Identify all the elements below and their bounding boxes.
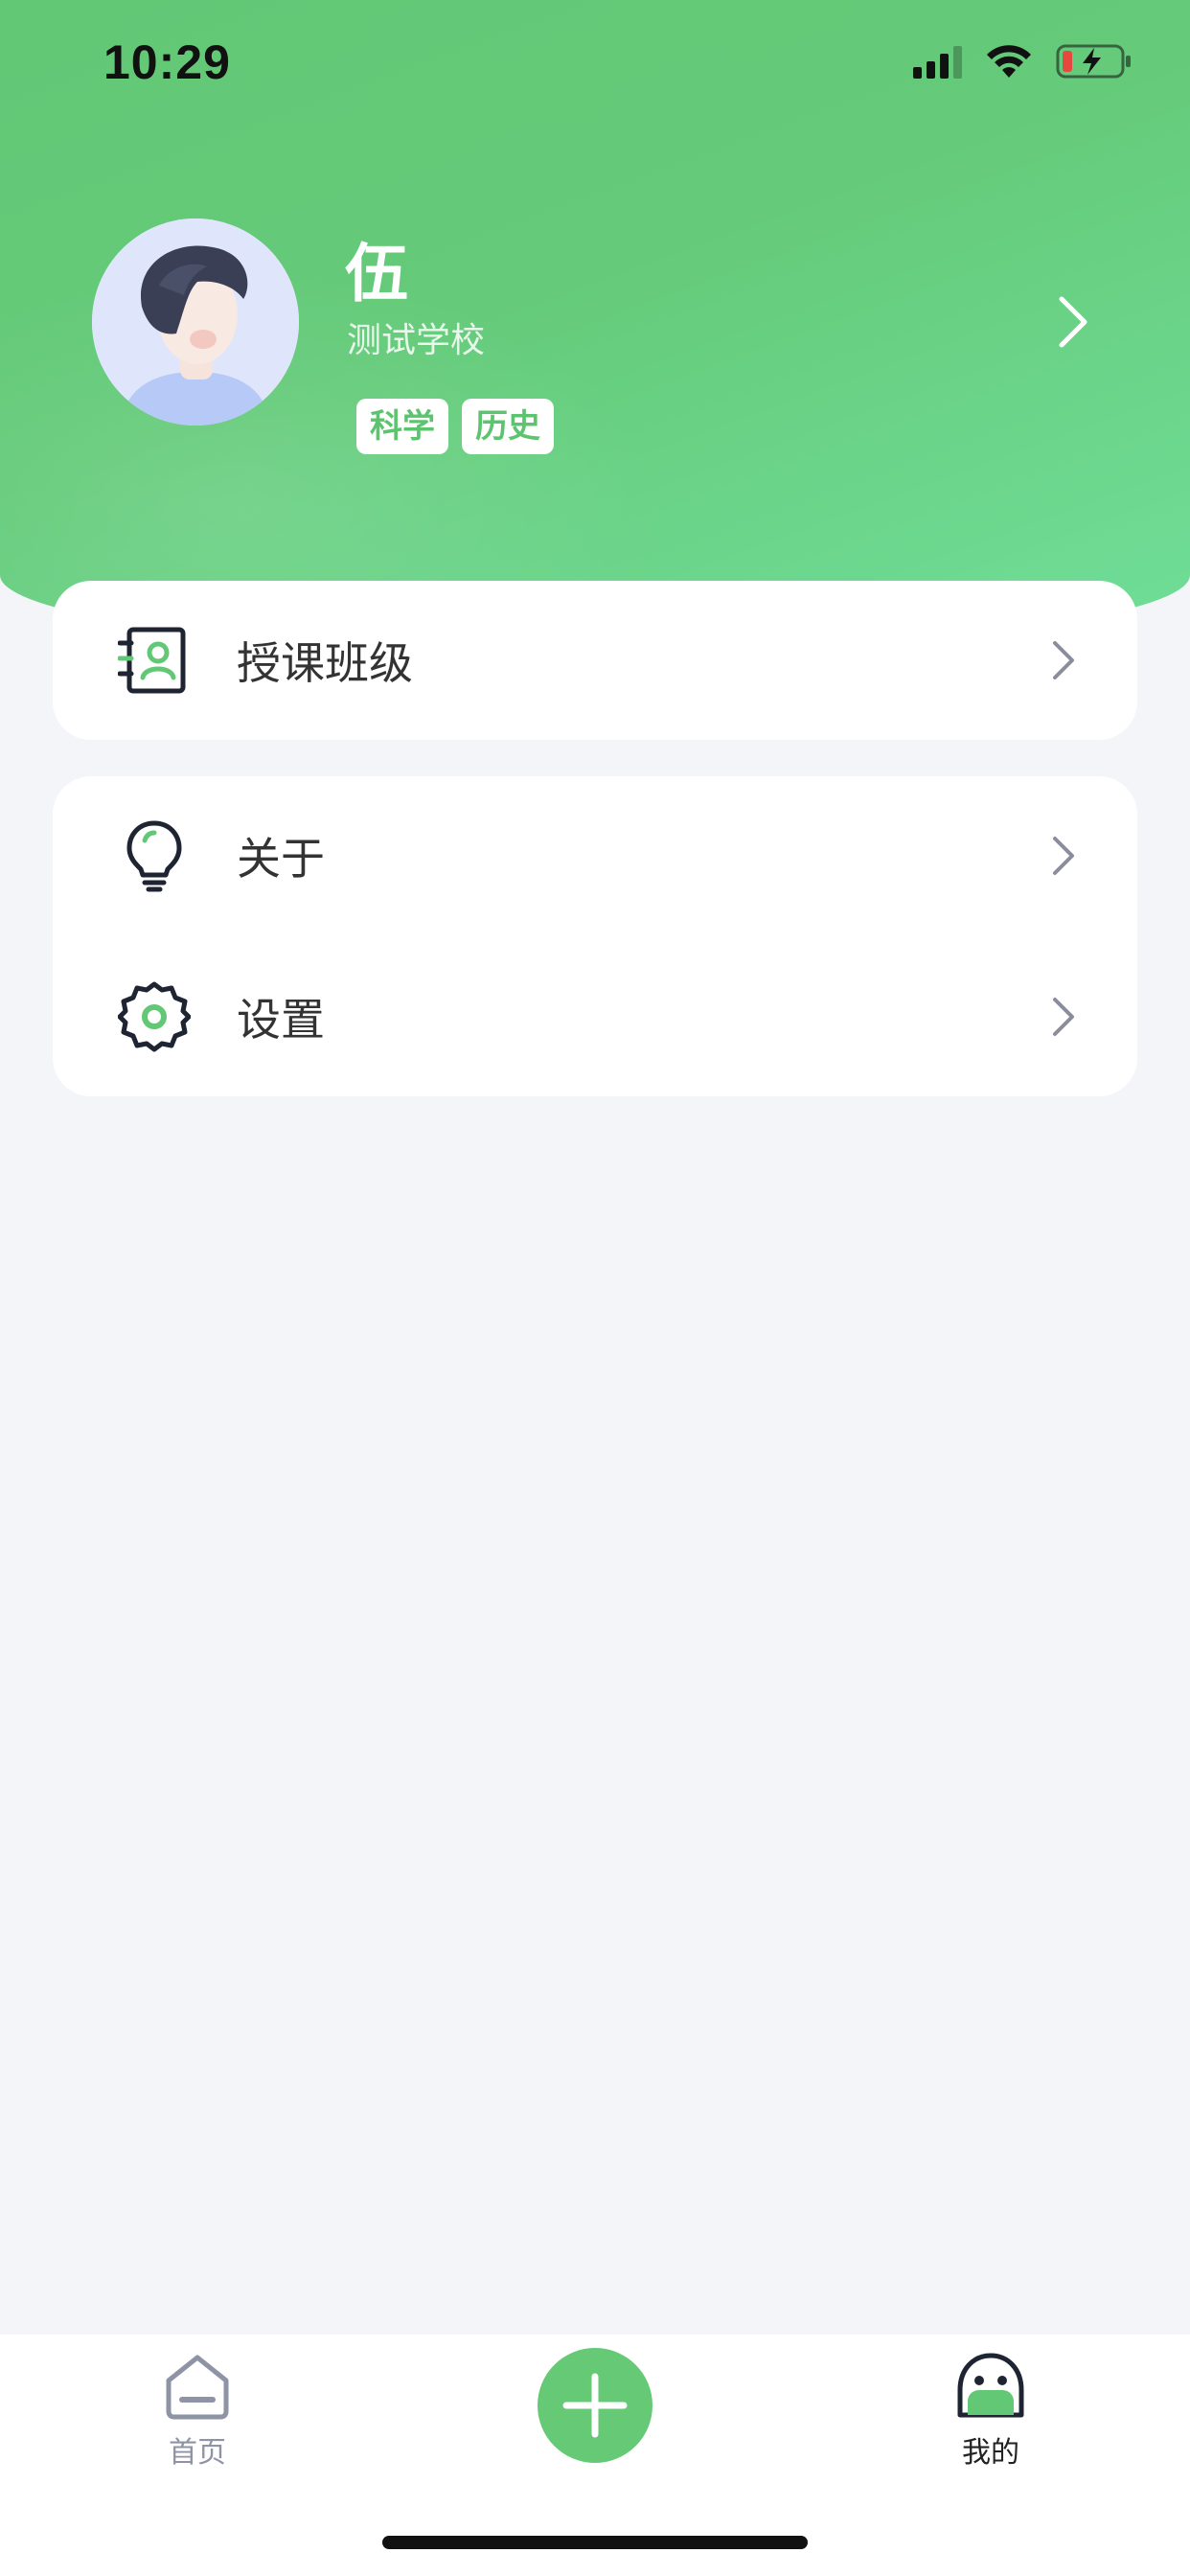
plus-icon bbox=[562, 2373, 628, 2438]
lightbulb-icon bbox=[126, 820, 182, 892]
avatar[interactable] bbox=[92, 218, 299, 426]
profile-face-icon bbox=[957, 2353, 1024, 2418]
chevron-right-icon bbox=[1053, 998, 1074, 1036]
tab-home[interactable]: 首页 bbox=[102, 2352, 293, 2471]
class-roster-icon bbox=[118, 627, 186, 694]
menu-item-label: 授课班级 bbox=[237, 637, 413, 689]
add-button[interactable] bbox=[538, 2348, 652, 2463]
subject-tag: 科学 bbox=[356, 399, 448, 454]
subject-tags: 科学 历史 bbox=[356, 399, 554, 454]
user-name: 伍 bbox=[345, 237, 408, 310]
settings-card: 关于 设置 bbox=[53, 776, 1137, 1096]
home-indicator bbox=[382, 2536, 808, 2549]
avatar-illustration bbox=[92, 218, 299, 426]
chevron-right-icon[interactable] bbox=[1054, 293, 1092, 351]
profile-header[interactable]: 伍 测试学校 科学 历史 bbox=[0, 0, 1190, 537]
menu-item-about[interactable]: 关于 bbox=[53, 776, 1137, 935]
menu-item-label: 设置 bbox=[237, 994, 325, 1046]
tab-label: 我的 bbox=[962, 2436, 1019, 2470]
home-icon bbox=[166, 2355, 229, 2420]
tab-label: 首页 bbox=[169, 2436, 226, 2470]
tab-mine[interactable]: 我的 bbox=[895, 2352, 1087, 2471]
chevron-right-icon bbox=[1053, 837, 1074, 875]
chevron-right-icon bbox=[1053, 641, 1074, 679]
school-name: 测试学校 bbox=[347, 321, 486, 360]
menu-item-classes[interactable]: 授课班级 bbox=[53, 581, 1137, 740]
menu-item-label: 关于 bbox=[237, 833, 325, 885]
menu-item-settings[interactable]: 设置 bbox=[53, 937, 1137, 1096]
classes-card: 授课班级 bbox=[53, 581, 1137, 740]
gear-icon bbox=[118, 981, 191, 1052]
subject-tag: 历史 bbox=[462, 399, 554, 454]
